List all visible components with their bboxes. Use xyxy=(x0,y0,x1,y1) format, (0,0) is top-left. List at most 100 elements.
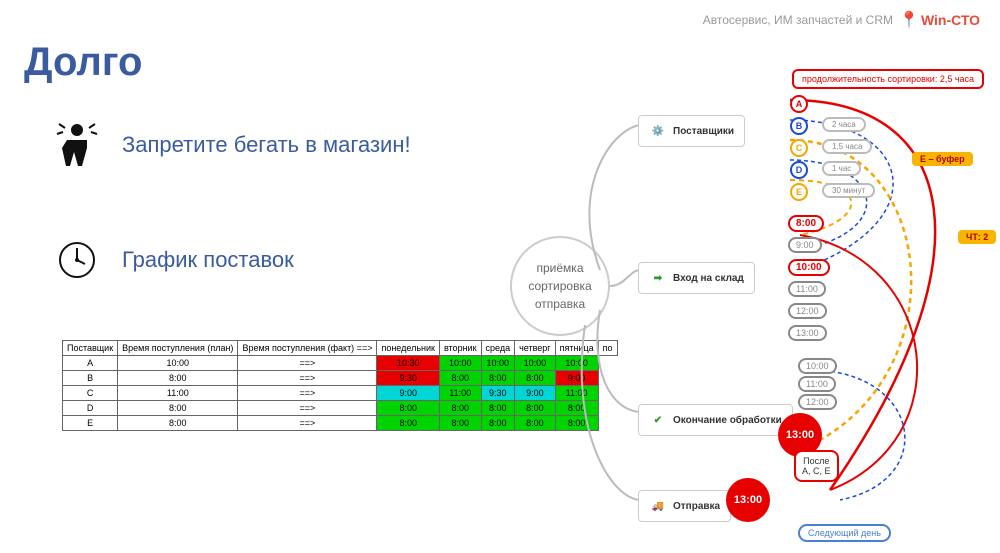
table-cell: 8:00 xyxy=(555,401,598,416)
supplier-node-b: B xyxy=(790,117,808,135)
after-line: После xyxy=(802,456,831,466)
table-row: E8:00==>8:008:008:008:008:00 xyxy=(63,416,618,431)
table-row: C11:00==>9:0011:009:309:0011:00 xyxy=(63,386,618,401)
entry-time: 8:00 xyxy=(788,215,824,232)
table-cell: 9:30 xyxy=(481,386,515,401)
table-cell: 8:00 xyxy=(377,416,440,431)
entry-time: 12:00 xyxy=(788,303,827,319)
table-cell: ==> xyxy=(238,401,377,416)
table-cell: 8:00 xyxy=(377,401,440,416)
table-cell: 8:00 xyxy=(515,371,556,386)
table-cell: A xyxy=(63,356,118,371)
table-cell: 9:00 xyxy=(515,386,556,401)
bullet-text: Запретите бегать в магазин! xyxy=(122,132,411,158)
table-cell: 11:00 xyxy=(439,386,481,401)
entry-time: 9:00 xyxy=(788,237,822,253)
buffer-badge: Е – буфер xyxy=(912,152,973,166)
supplier-duration-label: 30 минут xyxy=(822,183,875,198)
table-cell: 11:00 xyxy=(555,386,598,401)
center-line: приёмка xyxy=(537,259,584,277)
bullet-text: График поставок xyxy=(122,247,294,273)
table-cell: 9:00 xyxy=(555,371,598,386)
branch-ship: 🚚 Отправка xyxy=(638,490,731,522)
table-cell: 8:00 xyxy=(481,401,515,416)
pin-icon: 📍 xyxy=(899,10,919,30)
table-cell: 8:00 xyxy=(439,371,481,386)
table-cell: 8:00 xyxy=(555,416,598,431)
table-cell: 11:00 xyxy=(118,386,238,401)
table-cell: 10:30 xyxy=(377,356,440,371)
after-box: После A, C, E xyxy=(794,450,839,482)
logo-text-win: Win- xyxy=(921,12,951,28)
ship-deadline: 13:00 xyxy=(726,478,770,522)
after-line: A, C, E xyxy=(802,466,831,476)
bullet-schedule: График поставок xyxy=(52,235,294,285)
branch-label: Вход на склад xyxy=(673,273,744,284)
entry-time: 10:00 xyxy=(788,259,830,276)
table-cell: ==> xyxy=(238,416,377,431)
table-cell: D xyxy=(63,401,118,416)
table-cell: 10:00 xyxy=(439,356,481,371)
table-cell: 8:00 xyxy=(481,371,515,386)
branch-label: Окончание обработки xyxy=(673,415,782,426)
finish-time: 11:00 xyxy=(798,376,836,392)
table-cell: 10:00 xyxy=(555,356,598,371)
branch-label: Поставщики xyxy=(673,126,734,137)
center-line: сортировка xyxy=(528,277,591,295)
table-cell: 8:00 xyxy=(118,371,238,386)
arrow-in-icon: ➡ xyxy=(649,269,667,287)
table-cell: 9:30 xyxy=(377,371,440,386)
table-cell: 10:00 xyxy=(118,356,238,371)
supplier-node-c: C xyxy=(790,139,808,157)
table-header: Время поступления (факт) ==> xyxy=(238,341,377,356)
table-row: B8:00==>9:308:008:008:009:00 xyxy=(63,371,618,386)
next-day-label: Следующий день xyxy=(798,524,891,542)
table-header: четверг xyxy=(515,341,556,356)
ch2-badge: ЧТ: 2 xyxy=(958,230,996,244)
table-cell: 10:00 xyxy=(515,356,556,371)
table-header: пятница xyxy=(555,341,598,356)
entry-time: 11:00 xyxy=(788,281,826,297)
table-header: среда xyxy=(481,341,515,356)
branch-entry: ➡ Вход на склад xyxy=(638,262,755,294)
table-cell: E xyxy=(63,416,118,431)
header-tagline: Автосервис, ИМ запчастей и CRM xyxy=(703,13,893,27)
entry-time: 13:00 xyxy=(788,325,827,341)
table-cell: 8:00 xyxy=(118,401,238,416)
table-header: по xyxy=(598,341,617,356)
table-cell: 10:00 xyxy=(481,356,515,371)
table-cell: 8:00 xyxy=(515,401,556,416)
table-cell: 8:00 xyxy=(118,416,238,431)
supplier-duration-label: 2 часа xyxy=(822,117,866,132)
branch-finish: ✔ Окончание обработки xyxy=(638,404,793,436)
table-cell: 8:00 xyxy=(439,416,481,431)
table-cell: C xyxy=(63,386,118,401)
table-cell: 8:00 xyxy=(481,416,515,431)
table-row: D8:00==>8:008:008:008:008:00 xyxy=(63,401,618,416)
bullet-forbid-shopping: Запретите бегать в магазин! xyxy=(52,120,411,170)
supplier-duration-label: 1,5 часа xyxy=(822,139,872,154)
branch-suppliers: ⚙️ Поставщики xyxy=(638,115,745,147)
branch-label: Отправка xyxy=(673,501,720,512)
center-line: отправка xyxy=(535,295,585,313)
table-header: Поставщик xyxy=(63,341,118,356)
check-icon: ✔ xyxy=(649,411,667,429)
table-row: A10:00==>10:3010:0010:0010:0010:00 xyxy=(63,356,618,371)
table-cell: 9:00 xyxy=(377,386,440,401)
table-cell: ==> xyxy=(238,356,377,371)
table-cell: 8:00 xyxy=(515,416,556,431)
page-title: Долго xyxy=(24,40,142,85)
schedule-table: ПоставщикВремя поступления (план)Время п… xyxy=(62,340,618,431)
header: Автосервис, ИМ запчастей и CRM 📍 Win-СТО xyxy=(703,10,980,30)
table-cell: ==> xyxy=(238,386,377,401)
finish-time: 10:00 xyxy=(798,358,837,374)
table-cell: 8:00 xyxy=(439,401,481,416)
supplier-node-a: A xyxy=(790,95,808,113)
clock-icon xyxy=(52,235,102,285)
gear-icon: ⚙️ xyxy=(649,122,667,140)
finish-time: 12:00 xyxy=(798,394,837,410)
duration-box: продолжительность сортировки: 2,5 часа xyxy=(792,69,984,89)
table-header: Время поступления (план) xyxy=(118,341,238,356)
supplier-node-e: E xyxy=(790,183,808,201)
logo-text-cto: СТО xyxy=(951,12,980,28)
